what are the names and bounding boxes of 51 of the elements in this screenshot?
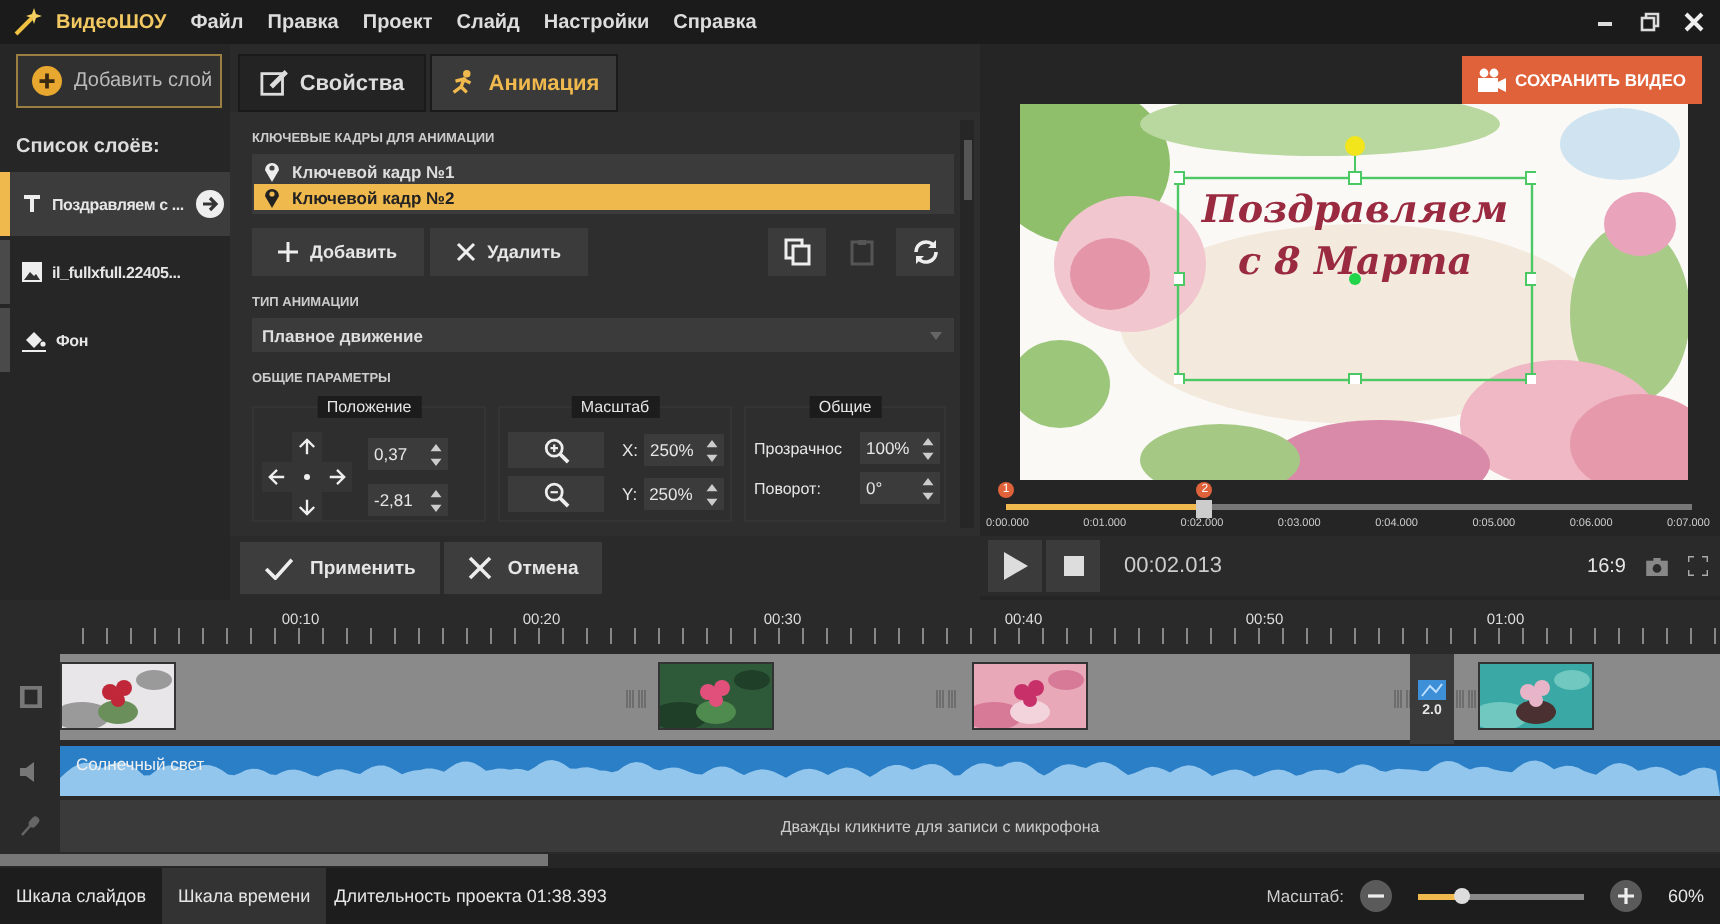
opacity-field[interactable]: 100% bbox=[860, 432, 940, 464]
menu-item[interactable]: Правка bbox=[267, 11, 339, 33]
layer-item[interactable]: Поздравляем с ... bbox=[0, 172, 230, 236]
menu-item[interactable]: Проект bbox=[362, 11, 433, 33]
scale-x-field[interactable]: 250% bbox=[644, 434, 725, 466]
view-tab[interactable]: Шкала времени bbox=[161, 868, 327, 924]
keyframe-item[interactable]: Ключевой кадр №2 bbox=[254, 184, 930, 210]
menu-item[interactable]: Файл bbox=[190, 11, 244, 33]
app-logo: ВидеоШОУ bbox=[56, 11, 167, 33]
layer-name: il_fullxfull.22405... bbox=[52, 263, 183, 281]
project-duration: Длительность проекта 01:38.393 bbox=[334, 886, 607, 906]
group-title: Масштаб bbox=[570, 396, 660, 418]
animation-type-dropdown[interactable]: Плавное движение bbox=[252, 318, 954, 352]
group-title: Положение bbox=[316, 396, 422, 418]
position-x-field[interactable]: 0,37 bbox=[368, 438, 448, 470]
rotation-label: Поворот: bbox=[754, 479, 823, 497]
cancel-button[interactable]: Отмена bbox=[443, 542, 603, 594]
apply-button[interactable]: Применить bbox=[240, 542, 440, 594]
add-button[interactable]: Добавить bbox=[252, 228, 424, 276]
add-layer-button[interactable]: Добавить слой bbox=[16, 54, 222, 108]
microphone-hint: Дважды кликните для записи с микрофона bbox=[778, 817, 1100, 836]
tab[interactable]: Анимация bbox=[430, 54, 618, 112]
group-title: Общие bbox=[808, 396, 882, 418]
layer-name: Фон bbox=[56, 331, 90, 349]
keyframe-name: Ключевой кадр №2 bbox=[292, 187, 455, 207]
aspect-ratio[interactable]: 16:9 bbox=[1587, 555, 1626, 577]
caption-text: с 8 Марта bbox=[1237, 240, 1473, 284]
scale-x-label: X: bbox=[622, 440, 639, 460]
scale-y-label: Y: bbox=[622, 484, 638, 504]
zoom-value: 60% bbox=[1667, 886, 1704, 906]
layers-title: Список слоёв: bbox=[16, 136, 162, 158]
tab[interactable]: Свойства bbox=[238, 54, 426, 112]
keyframe-item[interactable]: Ключевой кадр №1 bbox=[254, 158, 930, 184]
layer-name: Поздравляем с ... bbox=[52, 195, 186, 213]
position-y-field[interactable]: -2,81 bbox=[368, 484, 448, 516]
menu-item[interactable]: Настройки bbox=[543, 11, 650, 33]
rotation-field[interactable]: 0° bbox=[860, 472, 940, 504]
audio-track[interactable]: Солнечный свет bbox=[60, 746, 1720, 797]
zoom-label: Масштаб: bbox=[1266, 886, 1344, 906]
opacity-label: Прозрачнос bbox=[754, 439, 844, 457]
audio-title: Солнечный свет bbox=[76, 754, 205, 775]
save-video-button[interactable]: СОХРАНИТЬ ВИДЕО bbox=[1461, 56, 1702, 104]
scale-y-field[interactable]: 250% bbox=[643, 478, 724, 510]
menu-item[interactable]: Справка bbox=[673, 11, 757, 33]
keyframe-name: Ключевой кадр №1 bbox=[292, 161, 455, 181]
view-tab[interactable]: Шкала слайдов bbox=[0, 868, 162, 924]
menu-item[interactable]: Слайд bbox=[456, 11, 520, 33]
playback-time: 00:02.013 bbox=[1124, 554, 1222, 578]
caption-text: Поздравляем bbox=[1201, 188, 1509, 232]
delete-button[interactable]: Удалить bbox=[429, 228, 588, 276]
microphone-track[interactable]: Дважды кликните для записи с микрофона bbox=[60, 800, 1720, 853]
